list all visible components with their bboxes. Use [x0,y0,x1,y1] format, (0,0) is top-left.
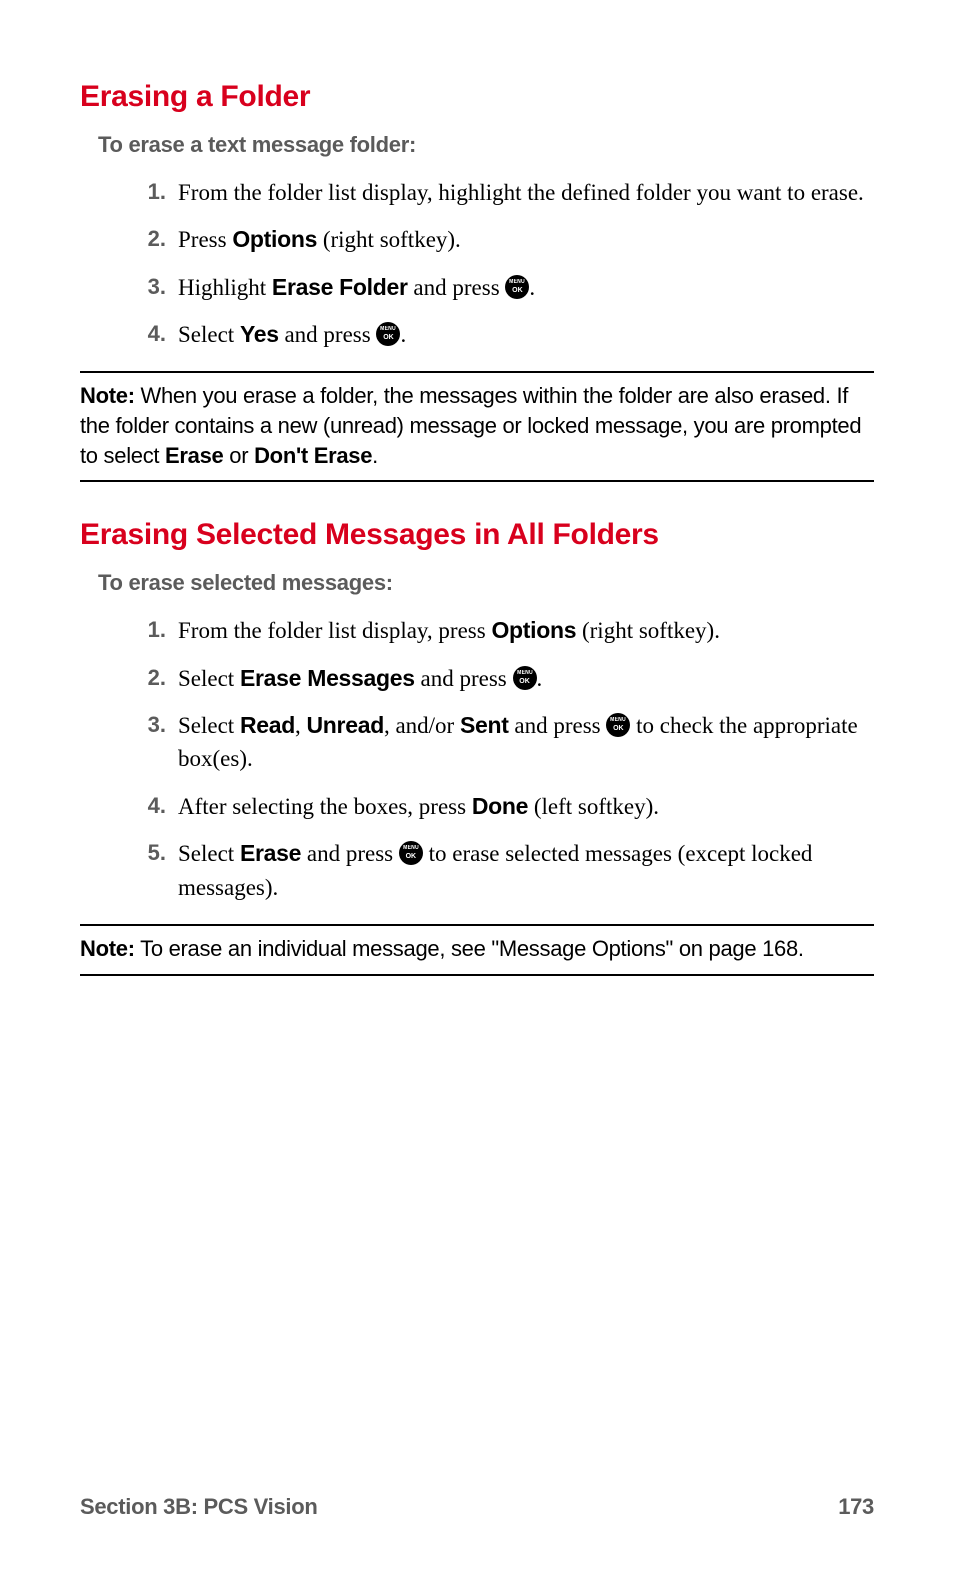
step-text: Press [178,227,232,252]
step-number: 4. [126,318,166,350]
step-text: (left softkey). [528,794,659,819]
bold-yes: Yes [240,321,279,347]
menu-ok-icon [399,841,423,865]
step-text: and press [301,841,399,866]
heading-erasing-selected: Erasing Selected Messages in All Folders [80,518,874,552]
step-text: (right softkey). [317,227,461,252]
step-text: Select [178,322,240,347]
footer-section: Section 3B: PCS Vision [80,1494,318,1520]
bold-erase-folder: Erase Folder [272,274,408,300]
menu-ok-icon [513,666,537,690]
bold-read: Read [240,712,295,738]
bold-erase: Erase [240,840,301,866]
bold-options: Options [232,226,317,252]
note-text: To erase an individual message, see "Mes… [135,936,804,961]
step-number: 5. [126,837,166,869]
bold-erase-messages: Erase Messages [240,665,415,691]
note-text: or [224,443,255,468]
step-text: Highlight [178,275,272,300]
step-text: Select [178,713,240,738]
step-4: 4. After selecting the boxes, press Done… [178,790,874,823]
step-text: and press [415,666,513,691]
step-text: Select [178,841,240,866]
step-number: 3. [126,271,166,303]
step-text: After selecting the boxes, press [178,794,472,819]
menu-ok-icon [606,713,630,737]
step-3: 3. Select Read, Unread, and/or Sent and … [178,709,874,776]
step-text: . [537,666,543,691]
step-5: 5. Select Erase and press to erase selec… [178,837,874,904]
menu-ok-icon [505,275,529,299]
step-text: and press [408,275,506,300]
steps-erase-selected: 1. From the folder list display, press O… [80,614,874,903]
step-text: From the folder list display, press [178,618,491,643]
intro-erase-folder: To erase a text message folder: [98,132,874,158]
step-number: 1. [126,176,166,208]
step-number: 3. [126,709,166,741]
note-erase-folder: Note: When you erase a folder, the messa… [80,371,874,482]
note-text: . [372,443,378,468]
footer-page-number: 173 [838,1494,874,1520]
step-text: and press [509,713,607,738]
bold-done: Done [472,793,528,819]
page: Erasing a Folder To erase a text message… [0,0,954,1590]
step-text: From the folder list display, highlight … [178,180,864,205]
step-text: , and/or [384,713,460,738]
step-2: 2. Select Erase Messages and press . [178,662,874,695]
heading-erasing-folder: Erasing a Folder [80,80,874,114]
step-number: 2. [126,223,166,255]
note-label: Note: [80,383,135,408]
note-erase-individual: Note: To erase an individual message, se… [80,924,874,976]
menu-ok-icon [376,322,400,346]
note-label: Note: [80,936,135,961]
bold-dont-erase: Don't Erase [254,443,372,468]
bold-unread: Unread [307,712,384,738]
bold-options: Options [491,617,576,643]
page-footer: Section 3B: PCS Vision 173 [80,1494,874,1520]
bold-sent: Sent [460,712,509,738]
step-4: 4. Select Yes and press . [178,318,874,351]
step-1: 1. From the folder list display, highlig… [178,176,874,209]
step-3: 3. Highlight Erase Folder and press . [178,271,874,304]
step-text: . [400,322,406,347]
step-text: Select [178,666,240,691]
step-text: (right softkey). [576,618,720,643]
step-text: , [295,713,307,738]
steps-erase-folder: 1. From the folder list display, highlig… [80,176,874,351]
step-number: 1. [126,614,166,646]
step-number: 2. [126,662,166,694]
intro-erase-selected: To erase selected messages: [98,570,874,596]
step-text: . [529,275,535,300]
step-number: 4. [126,790,166,822]
bold-erase: Erase [165,443,223,468]
step-2: 2. Press Options (right softkey). [178,223,874,256]
step-1: 1. From the folder list display, press O… [178,614,874,647]
step-text: and press [279,322,377,347]
